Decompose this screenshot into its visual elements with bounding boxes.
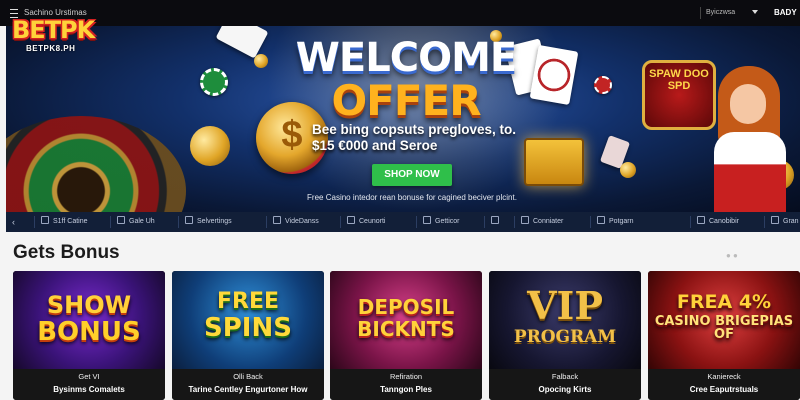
coin-image: [190, 126, 230, 166]
category-label: Gran: [783, 218, 799, 225]
category-item[interactable]: Potgarn: [590, 216, 634, 228]
category-bar: ‹ S1ff Catine Gale Uh Selvertings VideDa…: [6, 212, 800, 232]
category-item[interactable]: Selvertings: [178, 216, 232, 228]
poker-chip-image: [594, 76, 612, 94]
play-icon: [273, 216, 281, 224]
roulette-wheel-image: [6, 116, 186, 212]
promo-caption: Bysinms Comalets: [53, 385, 125, 394]
hero-note: Free Casino intedor rean bonuse for cagi…: [307, 193, 517, 202]
sparkle-icon: [697, 216, 705, 224]
grid-icon: [41, 216, 49, 224]
headline-welcome: WELCOME: [295, 35, 517, 81]
promo-art-line-1: FREE: [216, 289, 280, 314]
carousel-pager[interactable]: ● ●: [726, 251, 738, 260]
category-item[interactable]: Ceunorti: [340, 216, 385, 228]
promo-caption: Opocing Kirts: [538, 385, 592, 394]
user-account-label[interactable]: BADY: [774, 8, 797, 17]
category-item[interactable]: Canobibir: [690, 216, 739, 228]
promo-tag: Falback: [551, 372, 579, 381]
chevron-left-icon[interactable]: ‹: [12, 216, 15, 228]
promo-tag: Get VI: [78, 372, 100, 381]
category-label: Conniater: [533, 218, 564, 225]
promo-art-line-1: VIP: [527, 283, 603, 328]
dealer-body: [714, 132, 786, 212]
shop-now-button[interactable]: SHOP NOW: [372, 164, 452, 186]
category-label: Canobibir: [709, 218, 739, 225]
playing-card-image: [529, 44, 579, 106]
logo-domain: BETPK8.PH: [26, 44, 76, 53]
promo-card-show-bonus[interactable]: SHOW BONUS Get VI Bysinms Comalets: [13, 271, 165, 400]
promo-card-vip[interactable]: VIP PROGRAM Falback Opocing Kirts: [489, 271, 641, 400]
category-label: VideDanss: [285, 218, 319, 225]
slot-sign-image: SPAW DOO SPD: [642, 60, 716, 130]
star-icon: [771, 216, 779, 224]
ring-icon: [423, 216, 431, 224]
promo-caption: Tarine Centley Engurtoner How: [188, 385, 308, 394]
category-label: Ceunorti: [359, 218, 386, 225]
promo-tag: Kaniereck: [707, 372, 741, 381]
coin-image: [254, 54, 268, 68]
card-icon: [117, 216, 125, 224]
category-item[interactable]: Gran: [764, 216, 799, 228]
hero-subline: Bee bing copsuts pregloves, to. $15 €000…: [312, 122, 517, 153]
category-label: Selvertings: [197, 218, 232, 225]
promo-art-line-2: CASINO BRIGEPIAS OF: [654, 314, 794, 342]
promo-tag: Olli Back: [233, 372, 263, 381]
poker-chip-image: [200, 68, 228, 96]
language-selector[interactable]: Byiczwsa: [706, 9, 735, 16]
promo-art-line-2: PROGRAM: [513, 327, 617, 347]
promo-card-free-spins[interactable]: FREE SPINS Olli Back Tarine Centley Engu…: [172, 271, 324, 400]
promo-art-line-2: BICKNTS: [357, 317, 455, 341]
hero-banner[interactable]: WELCOME OFFER $ Bee bing copsuts preglov…: [6, 26, 800, 212]
promo-art-line-1: FREA 4%: [676, 291, 772, 313]
category-item[interactable]: [484, 216, 503, 228]
category-label: S1ff Catine: [53, 218, 88, 225]
brand-logo[interactable]: BETPK BETPK8.PH: [12, 16, 104, 56]
section-title: Gets Bonus: [13, 242, 120, 263]
list-icon: [521, 216, 529, 224]
category-item[interactable]: Conniater: [514, 216, 563, 228]
promo-caption: Cree Eaputrstuals: [689, 385, 759, 394]
table-icon: [347, 216, 355, 224]
category-label: Potgarn: [609, 218, 634, 225]
promo-art-line-1: SHOW: [46, 291, 132, 319]
dealer-face: [730, 84, 766, 124]
gear-icon: [597, 216, 605, 224]
promo-art-line-1: DEPOSIL: [357, 295, 455, 319]
promo-caption: Tanngon Ples: [380, 385, 432, 394]
category-item[interactable]: Getticor: [416, 216, 460, 228]
category-item[interactable]: Gale Uh: [110, 216, 155, 228]
coin-image: [620, 162, 636, 178]
hand-icon: [185, 216, 193, 224]
category-label: Getticor: [435, 218, 460, 225]
lock-icon: [491, 216, 499, 224]
divider: [700, 7, 701, 19]
promo-card-deposit[interactable]: DEPOSIL BICKNTS Refiration Tanngon Ples: [330, 271, 482, 400]
dealer-character-image: [706, 66, 792, 212]
promo-card-casino[interactable]: FREA 4% CASINO BRIGEPIAS OF Kaniereck Cr…: [648, 271, 800, 400]
promo-art-line-2: SPINS: [204, 313, 292, 343]
category-item[interactable]: S1ff Catine: [34, 216, 88, 228]
top-bar: Sachino Urstimas Byiczwsa BADY: [0, 0, 800, 26]
logo-text: BETPK: [12, 16, 95, 44]
category-label: Gale Uh: [129, 218, 155, 225]
treasure-chest-image: [524, 138, 584, 186]
promo-tag: Refiration: [389, 372, 423, 381]
chevron-down-icon[interactable]: [752, 10, 758, 14]
category-item[interactable]: VideDanss: [266, 216, 319, 228]
promo-art-line-2: BONUS: [37, 317, 141, 347]
